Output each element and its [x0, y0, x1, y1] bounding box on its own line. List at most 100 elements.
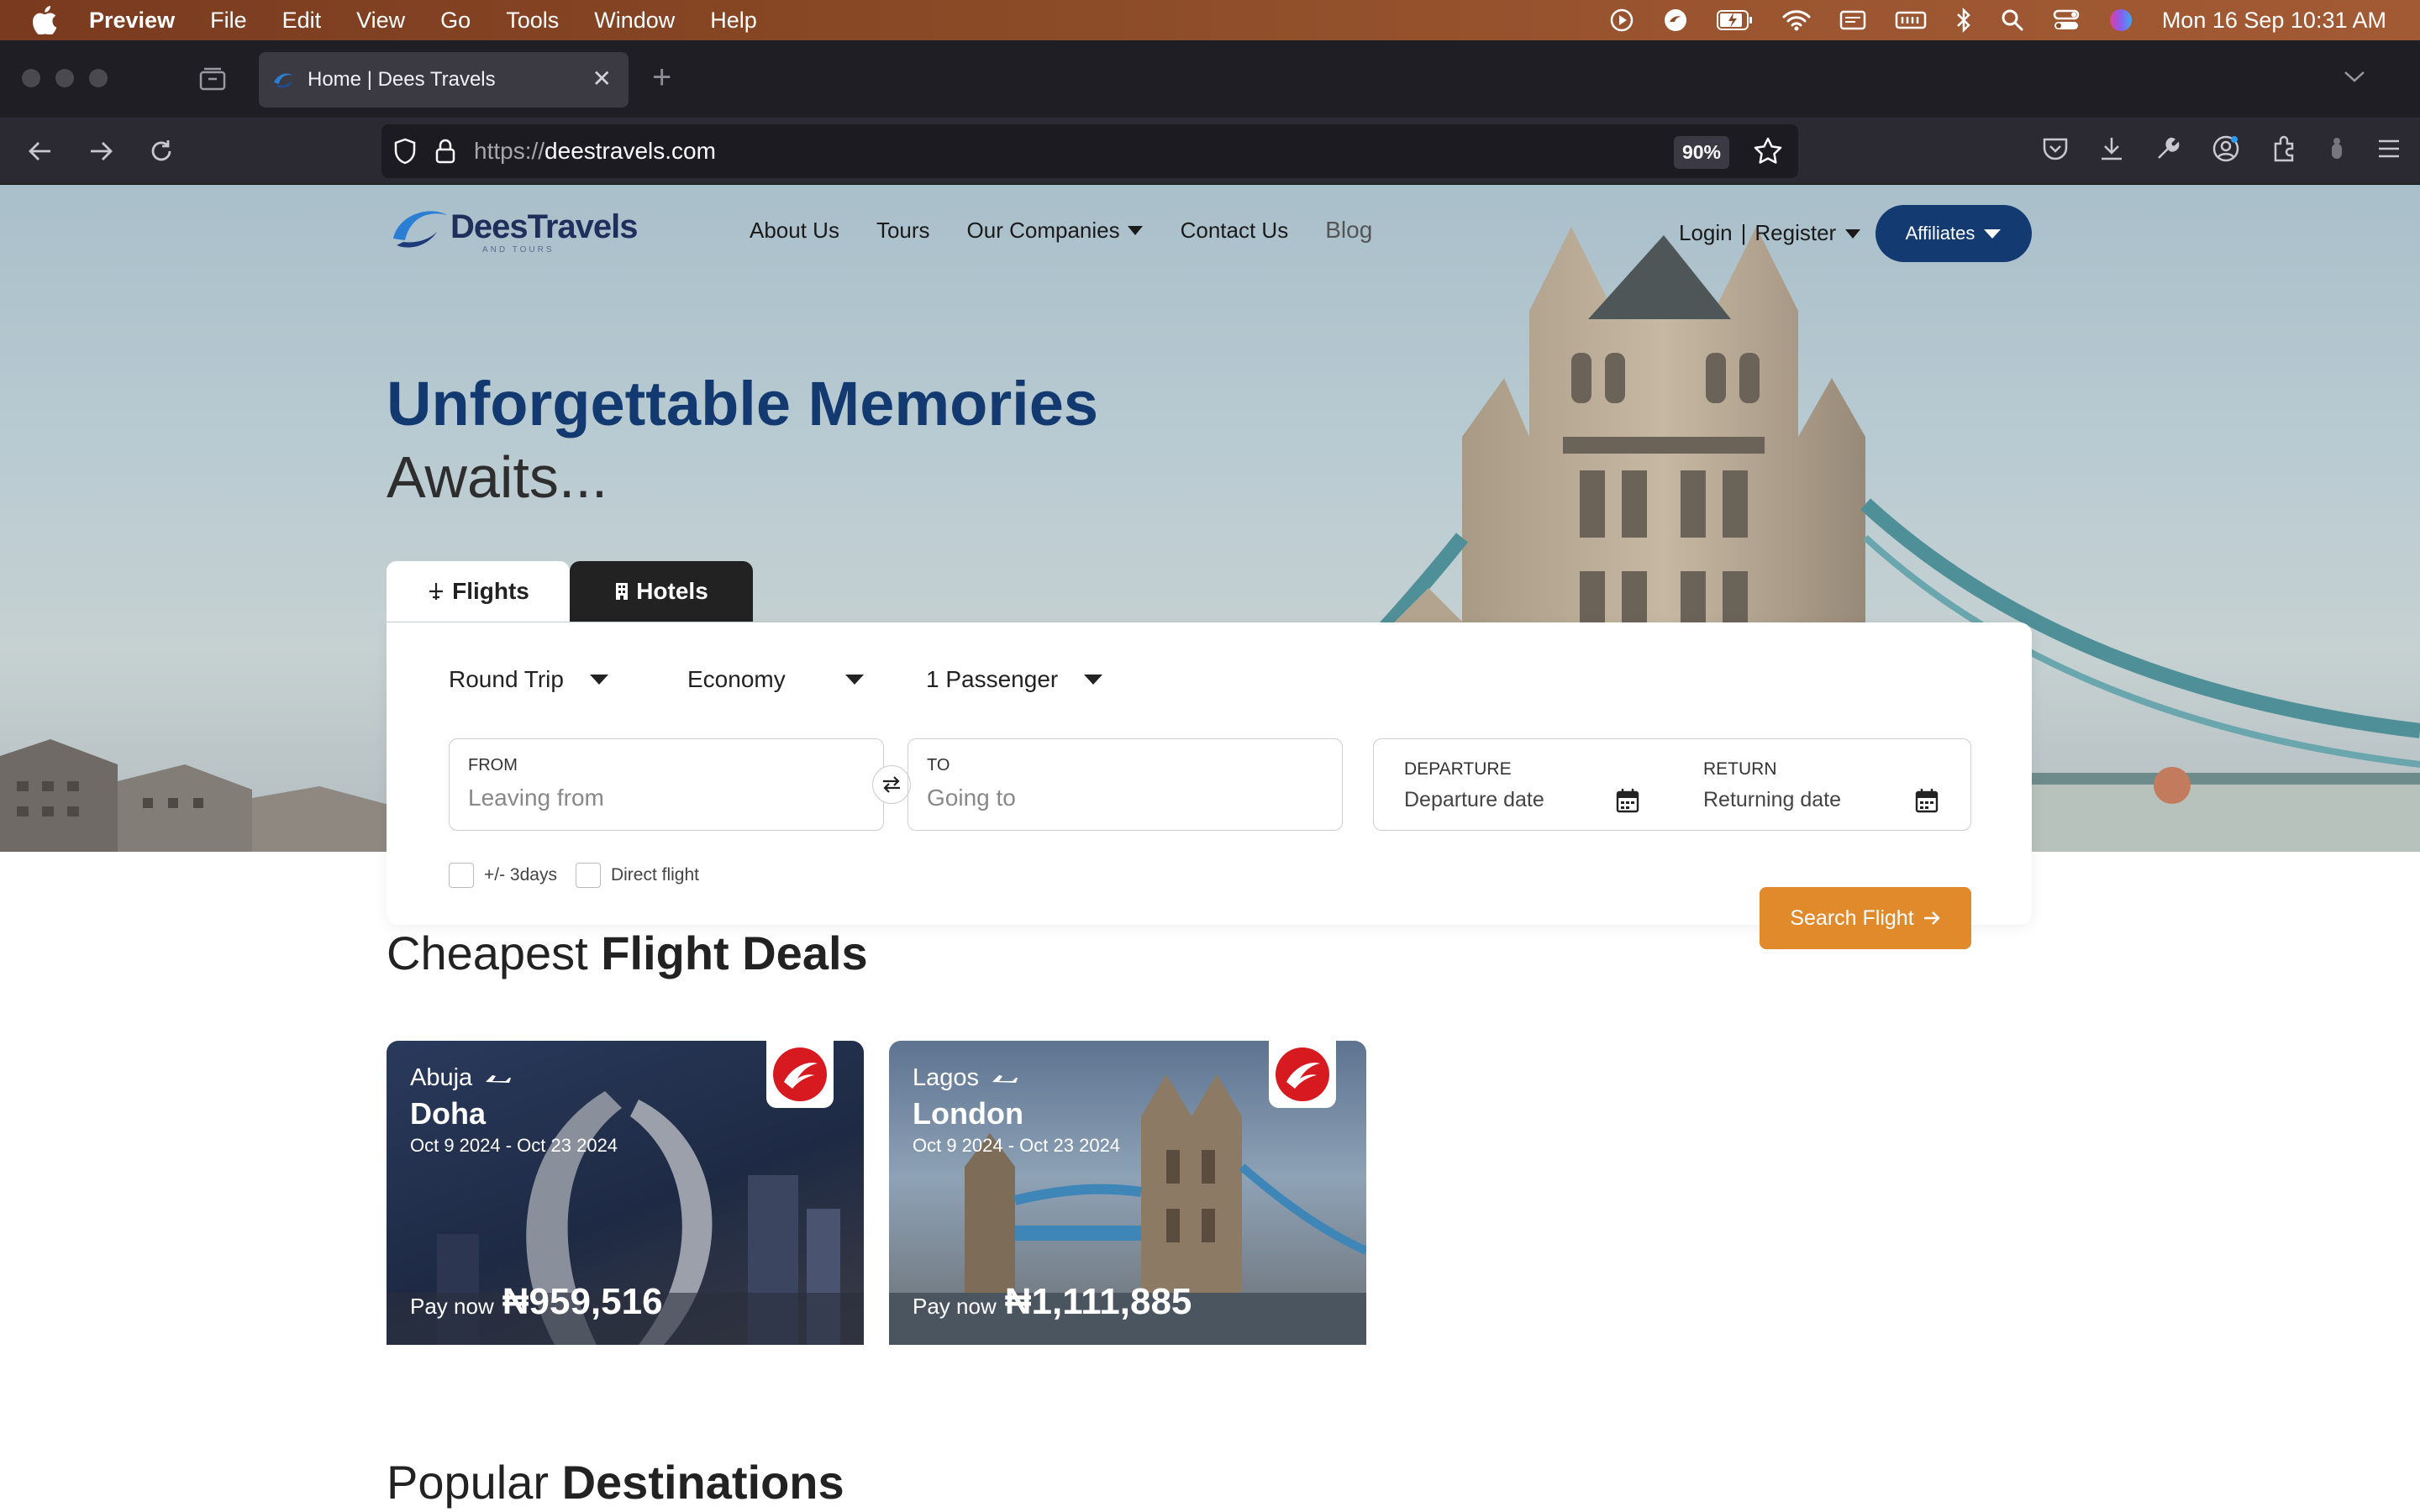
from-input[interactable]: Leaving from — [468, 785, 604, 811]
caret-down-icon[interactable] — [1844, 228, 1861, 239]
trip-type-value: Round Trip — [449, 666, 564, 692]
fullscreen-window-button[interactable] — [89, 69, 108, 87]
hero-subtitle: Awaits... — [387, 444, 608, 510]
calendar-icon[interactable] — [1915, 788, 1939, 813]
affiliates-button[interactable]: Affiliates — [1876, 205, 2032, 262]
site-header: DeesTravels AND TOURS About Us Tours Our… — [0, 185, 2420, 286]
menu-view[interactable]: View — [356, 8, 405, 34]
departure-date-input[interactable]: Departure date — [1404, 788, 1544, 812]
minimize-window-button[interactable] — [55, 69, 74, 87]
calendar-icon[interactable] — [1616, 788, 1639, 813]
reader-icon[interactable] — [1839, 9, 1866, 31]
browser-status-icon[interactable] — [1663, 8, 1688, 33]
chevron-down-icon[interactable] — [2343, 69, 2366, 84]
nav-blog[interactable]: Blog — [1325, 217, 1372, 244]
url-host: deestravels.com — [544, 138, 716, 164]
menu-go[interactable]: Go — [440, 8, 471, 34]
destinations-title-bold: Destinations — [561, 1456, 844, 1509]
to-input[interactable]: Going to — [927, 785, 1016, 811]
deal-card-london[interactable]: Lagos London Oct 9 2024 - Oct 23 2024 Pa… — [889, 1041, 1366, 1345]
airplane-icon — [429, 583, 444, 600]
passengers-select[interactable]: 1 Passenger — [926, 666, 1103, 693]
lock-icon[interactable] — [435, 139, 455, 164]
close-window-button[interactable] — [22, 69, 40, 87]
tracking-shield-icon[interactable] — [393, 138, 417, 165]
url-bar[interactable]: https://deestravels.com 90% — [381, 124, 1798, 178]
cabin-class-value: Economy — [687, 666, 786, 692]
menu-window[interactable]: Window — [594, 8, 675, 34]
site-logo[interactable]: DeesTravels AND TOURS — [390, 205, 639, 255]
register-link[interactable]: Register — [1754, 220, 1836, 246]
plane-icon — [482, 1074, 512, 1084]
wifi-icon[interactable] — [1782, 9, 1811, 31]
return-date-input[interactable]: Returning date — [1703, 788, 1841, 812]
login-link[interactable]: Login — [1679, 220, 1733, 246]
flexible-dates-checkbox[interactable] — [449, 863, 474, 888]
logo-subtitle: AND TOURS — [482, 245, 555, 255]
hamburger-menu-icon[interactable] — [2376, 138, 2402, 160]
destinations-section-title: Popular Destinations — [387, 1455, 844, 1509]
nav-tours[interactable]: Tours — [876, 218, 930, 244]
menu-file[interactable]: File — [210, 8, 247, 34]
deal-card-doha[interactable]: Abuja Doha Oct 9 2024 - Oct 23 2024 Pay … — [387, 1041, 864, 1345]
menu-tools[interactable]: Tools — [506, 8, 559, 34]
menu-app-name[interactable]: Preview — [89, 8, 175, 34]
siri-icon[interactable] — [2108, 8, 2133, 33]
forward-button[interactable] — [84, 134, 118, 168]
from-field[interactable]: FROM Leaving from — [449, 738, 884, 831]
swap-locations-button[interactable] — [872, 765, 911, 804]
tab-title: Home | Dees Travels — [308, 68, 496, 91]
reload-button[interactable] — [145, 134, 178, 168]
nav-contact-us[interactable]: Contact Us — [1181, 218, 1289, 244]
deals-title-bold: Flight Deals — [601, 927, 868, 979]
pocket-icon[interactable] — [2042, 136, 2069, 161]
tab-hotels[interactable]: Hotels — [570, 561, 753, 622]
downloads-icon[interactable] — [2099, 135, 2124, 162]
deal-price: Pay now ₦1,111,885 — [913, 1281, 1192, 1323]
battery-icon[interactable] — [1716, 9, 1754, 31]
nav-our-companies[interactable]: Our Companies — [967, 218, 1144, 244]
deal-dates: Oct 9 2024 - Oct 23 2024 — [913, 1135, 1121, 1156]
extension-icon[interactable] — [2328, 135, 2346, 162]
control-center-icon[interactable] — [2053, 8, 2080, 32]
spotlight-search-icon[interactable] — [2001, 8, 2024, 32]
deal-origin: Abuja — [410, 1064, 512, 1092]
date-range-field[interactable]: DEPARTURE Departure date RETURN Returnin… — [1373, 738, 1971, 831]
site-nav: About Us Tours Our Companies Contact Us … — [750, 217, 1409, 244]
menubar-clock[interactable]: Mon 16 Sep 10:31 AM — [2162, 8, 2386, 34]
apple-icon[interactable] — [32, 6, 60, 34]
affiliates-label: Affiliates — [1905, 223, 1975, 244]
menu-help[interactable]: Help — [710, 8, 757, 34]
deal-origin-city: Lagos — [913, 1064, 980, 1091]
tab-flights[interactable]: Flights — [387, 561, 570, 622]
search-flight-button[interactable]: Search Flight — [1760, 887, 1971, 949]
menu-edit[interactable]: Edit — [282, 8, 322, 34]
deal-destination: Doha — [410, 1096, 486, 1131]
back-button[interactable] — [24, 134, 57, 168]
account-icon[interactable] — [2212, 134, 2240, 163]
direct-flight-checkbox[interactable] — [575, 863, 601, 888]
auth-separator: | — [1740, 220, 1747, 245]
hotel-icon — [616, 583, 629, 600]
tab-overview-icon[interactable] — [198, 66, 227, 92]
browser-tab-active[interactable]: Home | Dees Travels ✕ — [259, 52, 629, 108]
tab-hotels-label: Hotels — [636, 578, 708, 604]
nav-about-us[interactable]: About Us — [750, 218, 839, 244]
macos-menubar: Preview File Edit View Go Tools Window H… — [0, 0, 2420, 40]
bluetooth-icon[interactable] — [1955, 8, 1972, 33]
memory-icon[interactable] — [1895, 9, 1927, 31]
bookmark-star-icon[interactable] — [1753, 136, 1783, 166]
from-label: FROM — [468, 756, 518, 774]
wrench-icon[interactable] — [2154, 135, 2181, 162]
close-tab-icon[interactable]: ✕ — [592, 67, 612, 91]
to-field[interactable]: TO Going to — [908, 738, 1343, 831]
site-favicon-icon — [274, 73, 292, 88]
cabin-class-select[interactable]: Economy — [687, 666, 926, 693]
extensions-icon[interactable] — [2270, 135, 2297, 162]
play-status-icon[interactable] — [1609, 8, 1634, 33]
search-options: Round Trip Economy 1 Passenger — [449, 666, 1103, 693]
new-tab-icon[interactable]: + — [652, 60, 671, 94]
trip-type-select[interactable]: Round Trip — [449, 666, 687, 693]
zoom-level-badge[interactable]: 90% — [1673, 136, 1729, 169]
flexible-dates-label: +/- 3days — [484, 865, 557, 885]
